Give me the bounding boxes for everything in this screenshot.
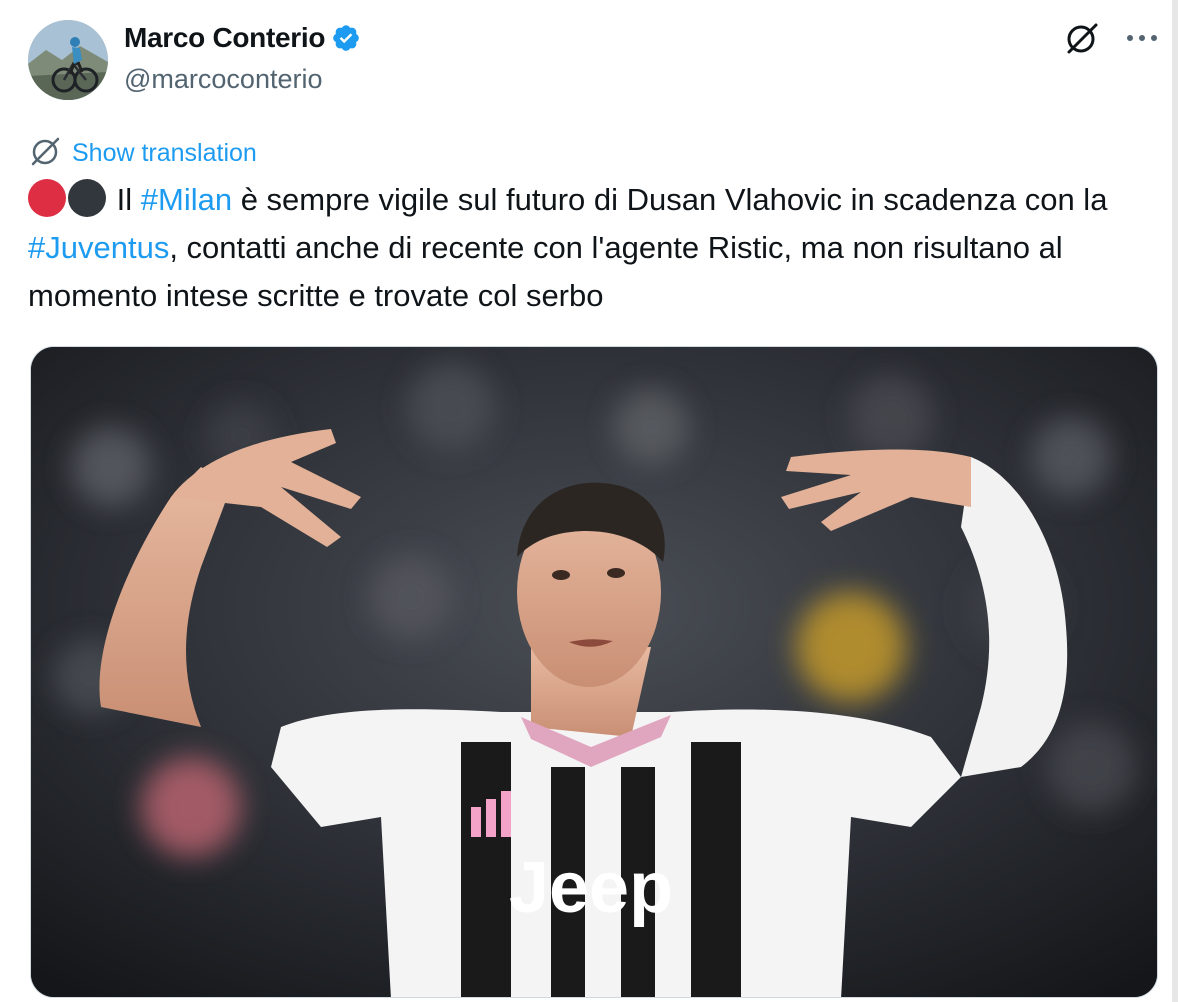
hashtag-juventus-link[interactable]: #Juventus <box>28 230 169 265</box>
red-circle-emoji <box>28 179 66 217</box>
jersey-sponsor: Jeep <box>509 848 673 928</box>
hashtag-milan-link[interactable]: #Milan <box>141 182 232 217</box>
tweet-card: Marco Conterio @marcoconterio Show trans… <box>0 0 1178 1002</box>
tweet-media-image[interactable]: Jeep <box>30 346 1158 998</box>
author-handle[interactable]: @marcoconterio <box>124 64 322 95</box>
black-circle-emoji <box>68 179 106 217</box>
author-name[interactable]: Marco Conterio <box>124 22 361 54</box>
author-name-text[interactable]: Marco Conterio <box>124 22 325 54</box>
verified-badge-icon <box>331 23 361 53</box>
scrollbar[interactable] <box>1172 0 1178 1002</box>
translate-icon <box>30 135 62 172</box>
more-icon[interactable] <box>1126 33 1158 43</box>
tweet-actions <box>1064 20 1158 56</box>
tweet-text-part-2: è sempre vigile sul futuro di Dusan Vlah… <box>232 182 1108 217</box>
player-photo: Jeep <box>31 347 1157 997</box>
tweet-text: Il #Milan è sempre vigile sul futuro di … <box>28 176 1158 320</box>
avatar[interactable] <box>28 20 108 100</box>
grok-icon[interactable] <box>1064 20 1100 56</box>
avatar-image <box>28 20 108 100</box>
show-translation-button[interactable]: Show translation <box>30 135 257 172</box>
show-translation-label[interactable]: Show translation <box>72 139 257 168</box>
tweet-text-part-3: , contatti anche di recente con l'agente… <box>28 230 1063 313</box>
tweet-text-part-1: Il <box>116 182 141 217</box>
